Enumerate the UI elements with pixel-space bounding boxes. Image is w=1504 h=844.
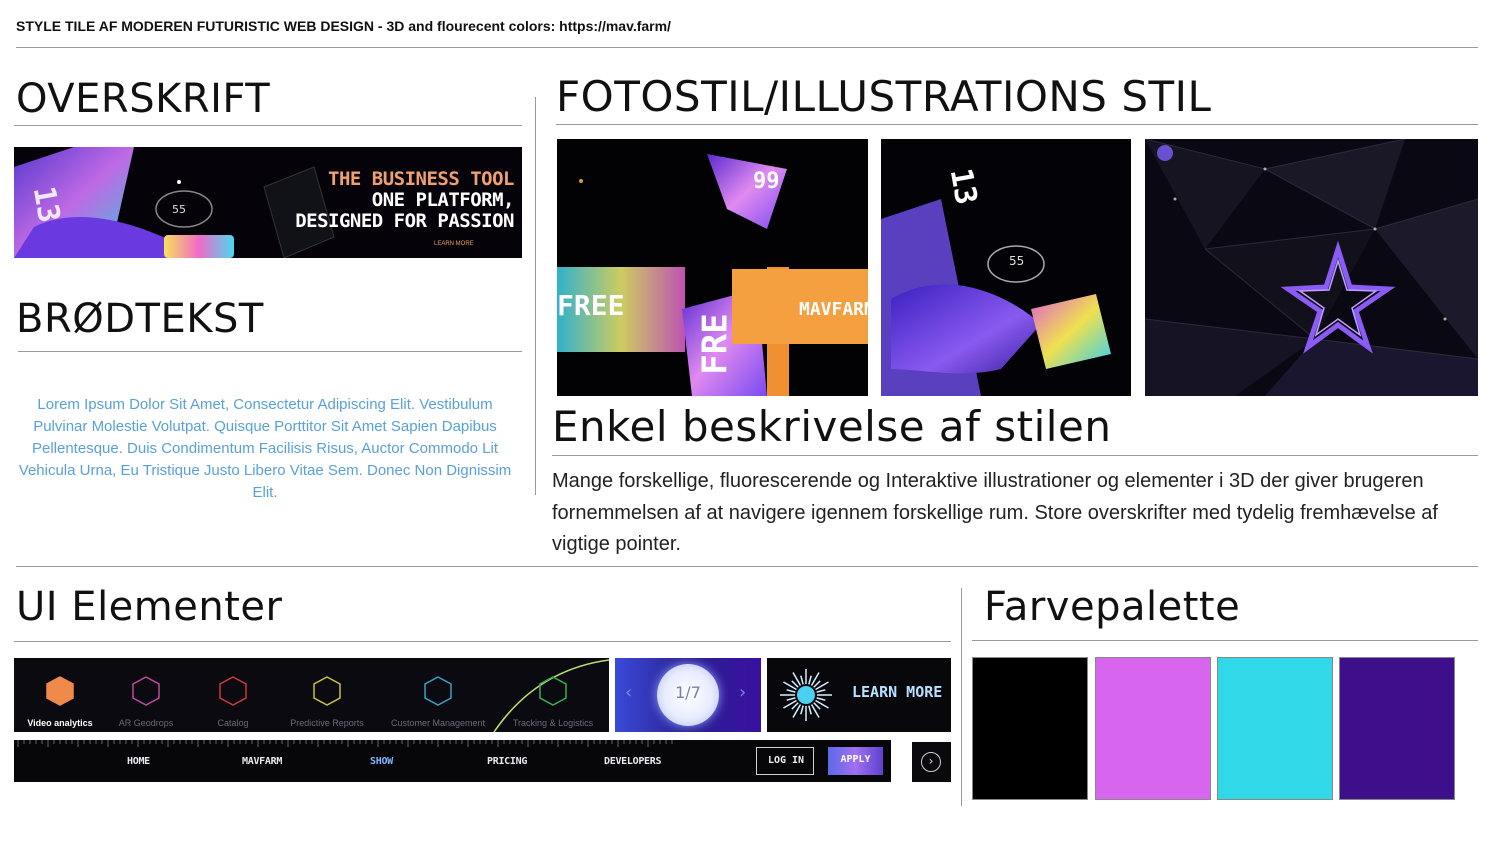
nav-bar: HOME MAVFARM SHOW PRICING DEVELOPERS LOG… <box>14 740 891 782</box>
bottom-column-divider <box>961 588 962 806</box>
heading-palette: Farvepalette <box>984 584 1241 630</box>
menu-label-predictive-reports: Predictive Reports <box>290 718 364 728</box>
predictive-reports-icon <box>313 676 341 706</box>
ar-geodrops-icon <box>132 676 160 706</box>
photo-3-illustration <box>1145 139 1478 396</box>
apply-label: APPLY <box>840 754 871 765</box>
login-button[interactable]: LOG IN <box>756 747 814 775</box>
photo-1-word-1: FRE <box>695 313 736 375</box>
pager-counter: 1/7 <box>675 683 701 702</box>
description-text: Mange forskellige, fluorescerende og Int… <box>552 470 1438 555</box>
banner-badge: 55 <box>172 203 186 216</box>
pager-prev-button[interactable]: ‹ <box>625 682 632 703</box>
swatch-black <box>972 657 1088 800</box>
pager-widget: ‹ 1/7 › <box>615 658 761 732</box>
nav-ruler <box>17 740 673 747</box>
photo-1-word-0: FREE <box>557 289 625 322</box>
nav-show[interactable]: SHOW <box>370 756 393 767</box>
chevron-right-icon: › <box>921 752 941 772</box>
swatch-purple <box>1339 657 1455 800</box>
swatch-cyan <box>1217 657 1333 800</box>
photo-1-tag: 99 <box>753 169 780 194</box>
photo-2: 13 55 <box>881 139 1131 396</box>
swatch-magenta <box>1095 657 1211 800</box>
palette-underline <box>972 640 1478 641</box>
ui-elements-underline <box>14 641 951 642</box>
learn-more-label: LEARN MORE <box>852 683 943 701</box>
banner-line-3: DESIGNED FOR PASSION <box>295 210 514 232</box>
apply-button[interactable]: APPLY <box>828 747 883 775</box>
lorem-text: Lorem Ipsum Dolor Sit Amet, Consectetur … <box>18 396 512 501</box>
login-label: LOG IN <box>767 755 805 766</box>
video-analytics-icon <box>46 676 74 706</box>
pager-next-button[interactable]: › <box>739 682 746 703</box>
heading-brodtekst: BRØDTEKST <box>16 296 264 342</box>
description-underline <box>552 455 1478 456</box>
customer-management-icon <box>424 676 452 706</box>
photo-2-illustration <box>881 199 1111 396</box>
nav-pricing[interactable]: PRICING <box>487 756 527 767</box>
tracking-logistics-icon <box>539 676 567 706</box>
nav-mavfarm[interactable]: MAVFARM <box>242 756 282 767</box>
nav-home[interactable]: HOME <box>127 756 150 767</box>
banner-line-2: ONE PLATFORM, <box>371 189 515 211</box>
feature-menu: Video analytics AR Geodrops Catalog Pred… <box>14 658 609 732</box>
brodtekst-underline <box>18 351 522 352</box>
banner-large-number: 13 <box>25 183 67 226</box>
photo-2-big-number: 13 <box>942 165 984 208</box>
fotostil-underline <box>556 124 1478 125</box>
top-divider <box>16 47 1478 48</box>
banner-line-1: THE BUSINESS TOOL <box>328 168 514 190</box>
burst-icon <box>780 669 832 721</box>
heading-overskrift: OVERSKRIFT <box>16 76 271 122</box>
menu-label-tracking-logistics: Tracking & Logistics <box>512 718 594 728</box>
overskrift-underline <box>14 125 522 126</box>
catalog-icon <box>219 676 247 706</box>
column-divider <box>535 97 536 495</box>
section-divider <box>16 566 1478 567</box>
photo-1-word-2: MAVFARM <box>799 299 868 320</box>
nav-developers[interactable]: DEVELOPERS <box>604 756 662 767</box>
heading-description: Enkel beskrivelse af stilen <box>552 402 1112 451</box>
heading-ui-elements: UI Elementer <box>16 584 283 630</box>
photo-3 <box>1145 139 1478 396</box>
photo-2-badge: 55 <box>1009 254 1025 268</box>
banner-learn-more[interactable]: LEARN MORE <box>434 241 474 247</box>
photo-1: 99 FREE FRE MAVFARM <box>557 139 868 396</box>
banner-image: 13 55 THE BUSINESS TOOL ONE PLATFORM, DE… <box>14 147 522 258</box>
banner-headline: THE BUSINESS TOOL ONE PLATFORM, DESIGNED… <box>295 169 514 232</box>
next-arrow-button[interactable]: › <box>912 742 951 782</box>
learn-more-button[interactable]: LEARN MORE <box>767 658 951 732</box>
menu-label-customer-management: Customer Management <box>390 718 486 728</box>
page-title: STYLE TILE AF MODEREN FUTURISTIC WEB DES… <box>16 18 671 34</box>
heading-fotostil: FOTOSTIL/ILLUSTRATIONS STIL <box>556 72 1212 121</box>
